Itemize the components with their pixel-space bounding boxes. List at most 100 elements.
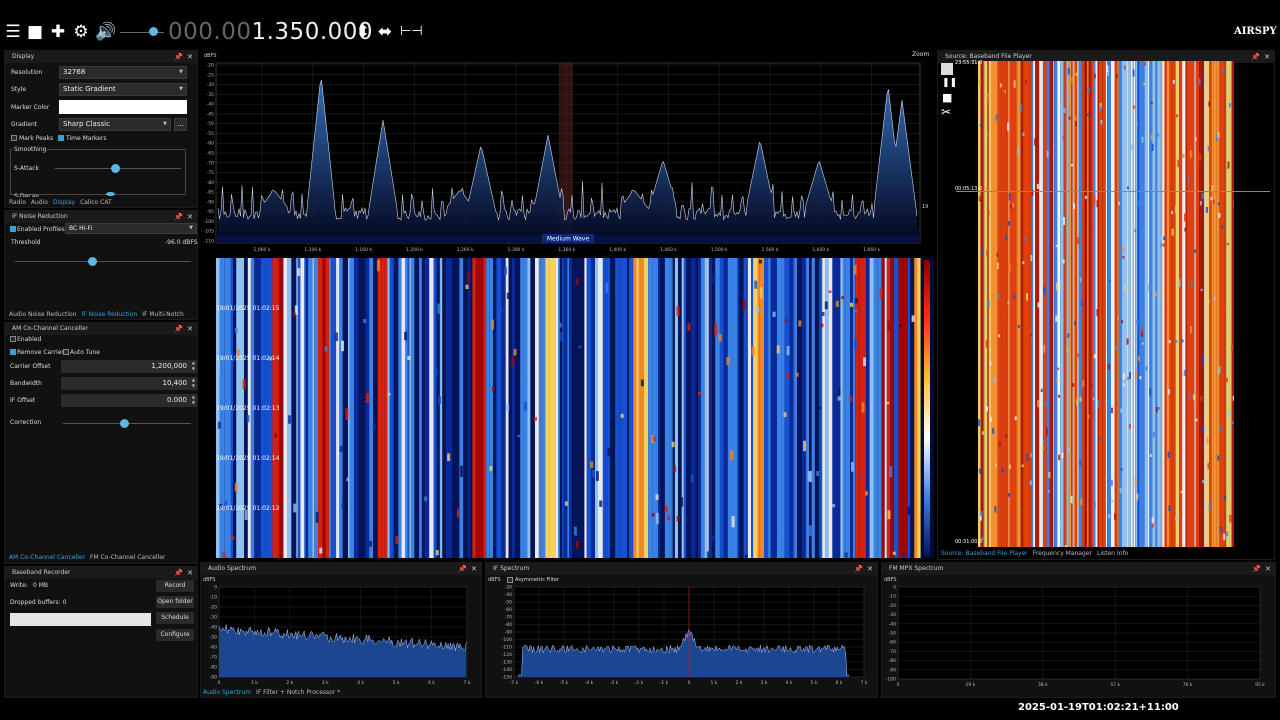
open-folder-button[interactable]: Open folder — [156, 596, 194, 608]
waterfall-column — [781, 258, 785, 558]
cc-enabled-checkbox[interactable] — [10, 336, 16, 342]
profile-select[interactable]: BC Hi-Fi ▼ — [65, 223, 197, 234]
close-icon[interactable]: ✕ — [187, 323, 193, 335]
waterfall-speckle — [234, 482, 238, 492]
file-waterfall-speckle — [1047, 490, 1050, 493]
waterfall-speckle — [731, 516, 735, 528]
gear-icon[interactable]: ⚙ — [72, 20, 90, 44]
tune-leftright-icon[interactable]: ⬌ — [376, 20, 394, 44]
waterfall-column — [369, 258, 374, 558]
remove-carrier-checkbox[interactable] — [10, 349, 16, 355]
close-icon[interactable]: ✕ — [1264, 51, 1270, 63]
pause-icon[interactable]: ❚❚ — [942, 78, 957, 88]
style-label: Style — [11, 86, 27, 93]
close-icon[interactable]: ✕ — [187, 211, 193, 223]
style-select[interactable]: Static Gradient ▼ — [59, 83, 187, 96]
nr-enabled-checkbox[interactable] — [10, 226, 16, 232]
tab-if-multi-notch[interactable]: IF Multi-Notch — [142, 311, 184, 318]
pin-icon[interactable]: 📌 — [174, 567, 183, 579]
record-button[interactable]: Record — [156, 580, 194, 592]
tab-audio-nr[interactable]: Audio Noise Reduction — [9, 311, 77, 318]
zoom-label[interactable]: Zoom — [912, 51, 929, 58]
playhead-line[interactable] — [956, 191, 1270, 192]
tab-display[interactable]: Display — [53, 199, 75, 206]
configure-button[interactable]: Configure — [156, 629, 194, 641]
stop-icon[interactable]: ■ — [942, 91, 952, 104]
waterfall-speckle — [467, 272, 471, 282]
close-icon[interactable]: ✕ — [187, 567, 193, 579]
tab-listen-info[interactable]: Listen Info — [1097, 550, 1128, 557]
add-icon[interactable]: ✚ — [49, 20, 67, 44]
s-decay-thumb[interactable] — [106, 192, 115, 196]
gradient-more-button[interactable]: … — [174, 118, 187, 131]
scissors-icon[interactable]: ✂ — [941, 105, 951, 119]
close-icon[interactable]: ✕ — [1265, 563, 1271, 575]
open-file-icon[interactable] — [941, 63, 953, 75]
file-waterfall-speckle — [1198, 78, 1201, 86]
tab-fm-cc[interactable]: FM Co-Channel Canceller — [90, 554, 165, 561]
pin-icon[interactable]: 📌 — [854, 563, 863, 575]
mark-peaks-checkbox[interactable] — [11, 135, 17, 141]
panel-title: Audio Spectrum 📌 ✕ — [201, 563, 481, 575]
schedule-button[interactable]: Schedule — [156, 612, 194, 624]
threshold-thumb[interactable] — [88, 257, 97, 266]
tab-if-nr[interactable]: IF Noise Reduction — [82, 311, 138, 318]
pin-icon[interactable]: 📌 — [1252, 563, 1261, 575]
close-icon[interactable]: ✕ — [471, 563, 477, 575]
waterfall-speckle — [489, 466, 493, 472]
file-waterfall-speckle — [1225, 377, 1228, 383]
time-markers-checkbox[interactable] — [58, 135, 64, 141]
s-attack-thumb[interactable] — [111, 164, 120, 173]
marker-color-swatch[interactable] — [59, 100, 187, 114]
if-offset-field[interactable]: 0.000 ▲ ▼ — [61, 394, 197, 407]
main-spectrum[interactable]: -20 -25 -30 -35 -40 -45 -50 -55 -60 -65 -70 -75 -80 -… — [202, 50, 934, 256]
waterfall-column — [610, 258, 613, 558]
waterfall-speckle — [898, 324, 902, 327]
waterfall-speckle — [680, 497, 684, 507]
waterfall-column — [586, 258, 592, 558]
x-tick-label: 1,160 k — [355, 247, 372, 253]
correction-thumb[interactable] — [120, 419, 129, 428]
tab-audio[interactable]: Audio — [31, 199, 48, 206]
waterfall-column — [329, 258, 332, 558]
tab-radio[interactable]: Radio — [9, 199, 26, 206]
tune-updown-icon[interactable]: ⬍ — [354, 20, 372, 44]
menu-icon[interactable]: ☰ — [4, 20, 22, 44]
tab-am-cc[interactable]: AM Co-Channel Canceller — [9, 554, 85, 561]
waterfall-column — [700, 258, 705, 558]
bandwidth-field[interactable]: 10,400 ▲ ▼ — [61, 377, 197, 390]
auto-tune-checkbox[interactable] — [63, 349, 69, 355]
pin-icon[interactable]: 📌 — [458, 563, 467, 575]
main-waterfall[interactable]: 19/01/2025 01:02:15 19/01/2025 01:02:14 19… — [202, 258, 934, 558]
file-waterfall-column — [1114, 61, 1117, 547]
close-icon[interactable]: ✕ — [187, 51, 193, 63]
tab-calico-cat[interactable]: Calico CAT — [80, 199, 112, 206]
file-waterfall-speckle — [1026, 293, 1028, 301]
file-waterfall-speckle — [1111, 407, 1113, 414]
tab-source[interactable]: Source: Baseband File Player — [941, 550, 1028, 557]
file-waterfall-column — [1224, 61, 1227, 547]
tab-if-filter[interactable]: IF Filter + Notch Processor * — [256, 689, 340, 696]
pin-icon[interactable]: 📌 — [174, 211, 183, 223]
file-waterfall[interactable] — [978, 61, 1234, 547]
close-icon[interactable]: ✕ — [867, 563, 873, 575]
pin-icon[interactable]: 📌 — [174, 51, 183, 63]
tab-audio-spectrum[interactable]: Audio Spectrum — [203, 689, 251, 696]
tab-frequency-manager[interactable]: Frequency Manager — [1033, 550, 1092, 557]
waterfall-column — [291, 258, 297, 558]
threshold-track[interactable] — [15, 261, 191, 262]
carrier-offset-field[interactable]: 1,200,000 ▲ ▼ — [61, 360, 197, 373]
gradient-select[interactable]: Sharp Classic ▼ — [59, 118, 171, 131]
file-waterfall-speckle — [1131, 144, 1134, 151]
waterfall-column — [297, 258, 301, 558]
speaker-icon[interactable]: 🔊 — [95, 20, 116, 44]
waterfall-column — [648, 258, 653, 558]
resolution-select[interactable]: 32768 ▼ — [59, 66, 187, 79]
span-icon[interactable]: ⊢⊣ — [400, 20, 423, 44]
waterfall-speckle — [779, 526, 783, 533]
stop-icon[interactable]: ■ — [26, 20, 44, 44]
pin-icon[interactable]: 📌 — [1251, 51, 1260, 63]
frequency-display[interactable]: 000.001.350.000 — [168, 16, 373, 48]
volume-thumb[interactable] — [149, 27, 158, 36]
pin-icon[interactable]: 📌 — [174, 323, 183, 335]
